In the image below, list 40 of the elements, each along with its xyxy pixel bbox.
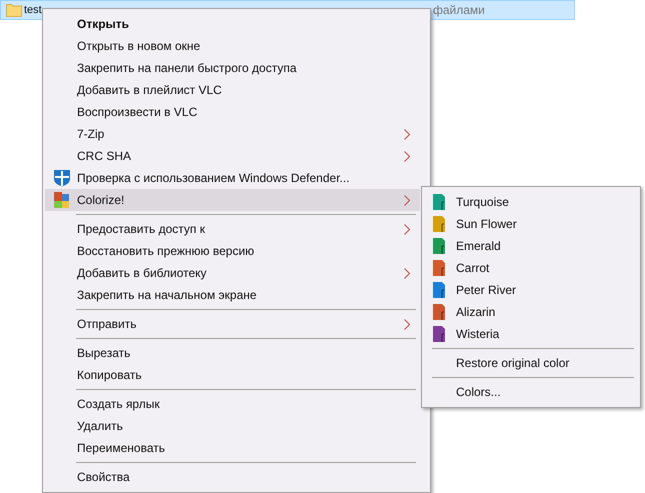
chevron-right-icon [404,150,410,162]
menu-item[interactable]: Отправить [45,313,420,335]
chevron-right-icon [404,224,410,234]
menu-item[interactable]: Carrot [424,257,638,279]
menu-item[interactable]: Восстановить прежнюю версию [45,240,420,262]
menu-item[interactable]: Удалить [45,415,420,437]
menu-item[interactable]: Emerald [424,235,638,257]
menu-item[interactable]: Добавить в плейлист VLC [45,79,420,101]
menu-item[interactable]: Проверка с использованием Windows Defender... [45,167,420,189]
menu-item[interactable]: Открыть в новом окне [45,35,420,57]
menu-item[interactable]: Закрепить на панели быстрого доступа [45,57,420,79]
chevron-right-icon [404,268,410,278]
menu-item[interactable]: Turquoise [424,191,638,213]
chevron-right-icon [404,194,410,206]
menu-item[interactable]: Вырезать [45,342,420,364]
menu-item[interactable]: Wisteria [424,323,638,345]
menu-item[interactable]: Предоставить доступ к [45,218,420,240]
menu-item[interactable]: Sun Flower [424,213,638,235]
menu-item[interactable]: 7-Zip [45,123,420,145]
menu-item[interactable]: Peter River [424,279,638,301]
menu-item[interactable]: Restore original color [424,352,638,374]
menu-item[interactable]: Воспроизвести в VLC [45,101,420,123]
palette-blocks-icon [53,191,71,209]
menu-item[interactable]: Colorize! [45,189,420,211]
menu-item[interactable]: Переименовать [45,437,420,459]
file-type: файлами [433,2,485,19]
menu-item[interactable]: Копировать [45,364,420,386]
menu-item[interactable]: Colors... [424,381,638,403]
menu-item[interactable]: Alizarin [424,301,638,323]
chevron-right-icon [404,128,410,140]
shield-icon [53,169,71,187]
file-name: test [24,2,42,18]
menu-item[interactable]: Открыть [45,13,420,35]
chevron-right-icon [404,318,410,330]
menu-item[interactable]: CRC SHA [45,145,420,167]
menu-item[interactable]: Свойства [45,466,420,488]
menu-item[interactable]: Закрепить на начальном экране [45,284,420,306]
folder-icon [6,3,22,17]
menu-item[interactable]: Добавить в библиотеку [45,262,420,284]
menu-item[interactable]: Создать ярлык [45,393,420,415]
